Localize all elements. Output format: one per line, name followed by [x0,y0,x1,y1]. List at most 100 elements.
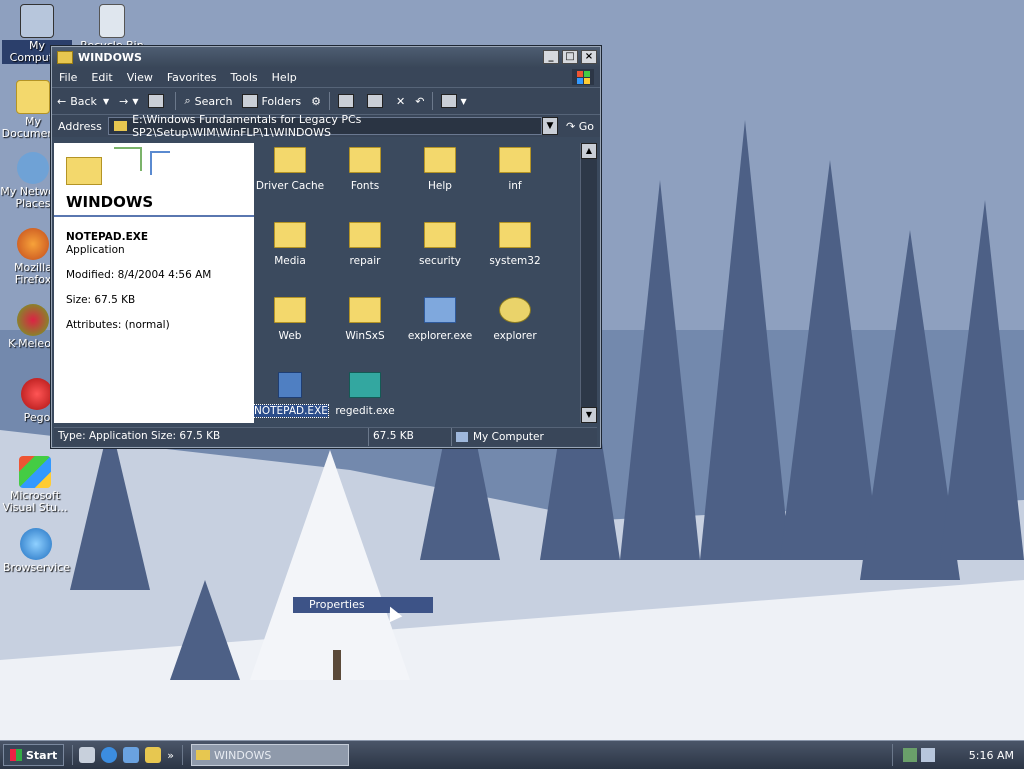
folder-icon [349,222,381,248]
tray-app-icon[interactable] [902,748,917,762]
forward-button[interactable]: → ▼ [114,95,143,108]
explorer-app-icon [424,297,456,323]
scroll-down-button[interactable]: ▼ [581,407,597,423]
computer-icon [20,4,54,38]
file-list: Driver Cache Fonts Help inf Media repair… [253,143,597,423]
decorative-frame [114,147,142,171]
file-item-web[interactable]: Web [254,293,326,342]
status-bar: Type: Application Size: 67.5 KB 67.5 KB … [54,427,597,446]
title-bar[interactable]: WINDOWS _ □ × [52,47,600,67]
go-button[interactable]: ↷ Go [558,120,600,133]
status-type-size: Type: Application Size: 67.5 KB [58,430,221,442]
file-item-help[interactable]: Help [404,143,476,192]
file-label: Driver Cache [255,180,325,192]
minimize-button[interactable]: _ [543,50,559,64]
desktop-icon-browservice[interactable]: Browservice [1,528,71,574]
explorer-window[interactable]: WINDOWS _ □ × File Edit View Favorites T… [51,46,601,448]
copy-to-button[interactable] [362,94,391,108]
delete-button[interactable]: ✕ [391,95,410,108]
desktop-icon-recycle-bin[interactable]: Recycle Bin [77,4,147,52]
magnifier-folder-icon [499,297,531,323]
file-item-media[interactable]: Media [254,218,326,267]
folder-icon [274,147,306,173]
notepad-icon [278,372,302,398]
taskbar-button-windows[interactable]: WINDOWS [191,744,350,766]
window-content: WINDOWS NOTEPAD.EXE Application Modified… [54,143,597,423]
vertical-scrollbar[interactable]: ▲ ▼ [580,143,597,423]
file-item-system32[interactable]: system32 [479,218,551,267]
status-location-label: My Computer [473,431,544,443]
maximize-button[interactable]: □ [562,50,578,64]
file-modified: Modified: 8/4/2004 4:56 AM [66,269,212,281]
forward-arrow-icon: → [119,94,129,108]
folder-icon [349,147,381,173]
views-icon [441,94,458,108]
file-item-notepad[interactable]: NOTEPAD.EXE [253,368,329,418]
context-menu-properties[interactable]: Properties [293,597,433,613]
views-button[interactable]: ▼ [436,94,471,108]
back-label: Back [70,94,97,108]
file-item-winsxs[interactable]: WinSxS [329,293,401,342]
back-button[interactable]: ← Back ▼ [52,95,114,108]
file-item-security[interactable]: security [404,218,476,267]
tray-network-icon[interactable] [920,748,935,762]
recycle-bin-icon [99,4,125,38]
menu-edit[interactable]: Edit [84,71,119,84]
search-folder-icon[interactable] [145,747,162,763]
toolbar: ← Back ▼ → ▼ ⌕ Search Folders ⚙ ✕ ↶ ▼ [52,87,600,114]
menu-favorites[interactable]: Favorites [160,71,224,84]
folders-button[interactable]: Folders [237,94,306,108]
folder-icon [113,121,128,131]
file-attributes: Attributes: (normal) [66,319,170,331]
address-dropdown-button[interactable]: ▼ [542,117,559,135]
chevron-down-icon: ▼ [132,96,139,106]
taskbar-button-label: WINDOWS [214,748,272,762]
move-to-button[interactable] [333,94,362,108]
chevron-down-icon: ▼ [460,96,467,106]
file-item-inf[interactable]: inf [479,143,551,192]
menu-file[interactable]: File [52,71,84,84]
file-item-fonts[interactable]: Fonts [329,143,401,192]
history-icon: ⚙ [311,94,322,108]
undo-icon: ↶ [415,94,425,108]
delete-icon: ✕ [396,94,406,108]
history-button[interactable]: ⚙ [306,95,326,108]
status-size: 67.5 KB [368,428,451,446]
start-button[interactable]: Start [3,744,65,766]
menu-view[interactable]: View [120,71,160,84]
search-button[interactable]: ⌕ Search [179,94,237,108]
file-item-explorer[interactable]: explorer [479,293,551,342]
desktop-icon-label: Microsoft Visual Stu... [2,489,68,514]
file-label: Fonts [350,180,380,192]
menu-help[interactable]: Help [265,71,304,84]
desktop-icon-visual-studio[interactable]: Microsoft Visual Stu... [0,456,70,514]
file-item-regedit[interactable]: regedit.exe [329,368,401,417]
windows-logo-icon [572,69,594,85]
file-item-explorer-exe[interactable]: explorer.exe [404,293,476,342]
copy-to-icon [367,94,384,108]
media-player-icon[interactable] [123,747,140,763]
file-label: inf [508,180,522,192]
folder-icon [57,50,73,64]
menu-tools[interactable]: Tools [224,71,265,84]
folders-icon [242,94,259,108]
file-label: Media [274,255,306,267]
internet-explorer-icon[interactable] [101,747,118,763]
status-location: My Computer [451,428,597,446]
desktop-icon-label: Pego [23,411,51,424]
folder-icon [424,222,456,248]
folder-icon [66,157,102,185]
file-label: system32 [489,255,541,267]
up-folder-button[interactable] [143,94,172,108]
file-item-repair[interactable]: repair [329,218,401,267]
scroll-up-button[interactable]: ▲ [581,143,597,159]
chevron-down-icon: ▼ [102,96,110,106]
chevron-right-icon[interactable]: » [167,749,174,762]
undo-button[interactable]: ↶ [410,95,429,108]
show-desktop-icon[interactable] [79,747,96,763]
clock[interactable]: 5:16 AM [969,749,1014,762]
kmeleon-icon [17,304,49,336]
address-input[interactable]: E:\Windows Fundamentals for Legacy PCs S… [107,113,543,139]
close-button[interactable]: × [581,50,597,64]
file-item-driver-cache[interactable]: Driver Cache [254,143,326,192]
